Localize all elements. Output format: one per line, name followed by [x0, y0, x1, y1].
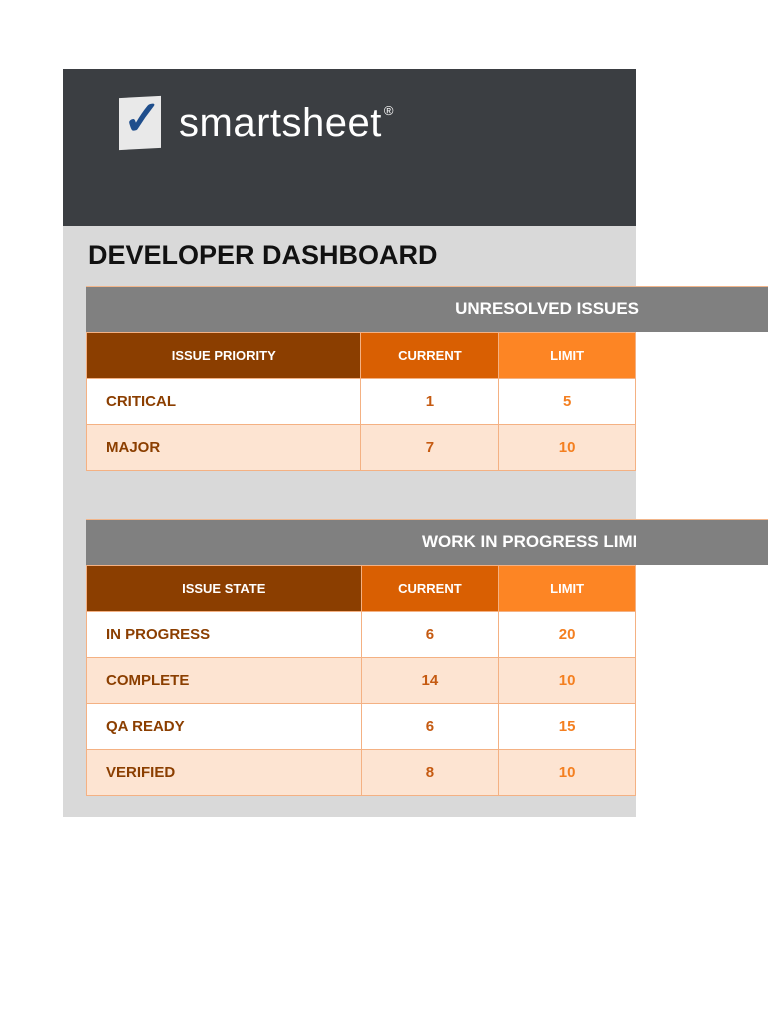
section-title: UNRESOLVED ISSUES	[455, 299, 639, 318]
limit-value: 5	[498, 378, 636, 425]
row-label: VERIFIED	[86, 749, 362, 796]
unresolved-issues-table: ISSUE PRIORITY CURRENT LIMIT CRITICAL 1 …	[85, 332, 636, 471]
current-value: 1	[360, 378, 500, 425]
limit-value: 10	[498, 749, 636, 796]
row-label: QA READY	[86, 703, 362, 750]
column-header: CURRENT	[360, 332, 500, 379]
wip-limits-table: ISSUE STATE CURRENT LIMIT IN PROGRESS 6 …	[86, 565, 636, 796]
limit-value: 10	[498, 424, 636, 471]
header-banner: ✓ smartsheet ®	[63, 69, 636, 226]
table-row: QA READY 6 15	[86, 703, 636, 750]
table-header-row: ISSUE PRIORITY CURRENT LIMIT	[85, 332, 636, 379]
unresolved-issues-title-bar: UNRESOLVED ISSUES	[86, 286, 768, 332]
current-value: 8	[360, 749, 500, 796]
logo-text: smartsheet	[179, 100, 382, 145]
row-label: IN PROGRESS	[86, 611, 362, 658]
table-row: CRITICAL 1 5	[85, 378, 636, 425]
table-row: VERIFIED 8 10	[86, 749, 636, 796]
section-title: WORK IN PROGRESS LIMITS	[422, 532, 636, 551]
current-value: 14	[360, 657, 500, 704]
table-header-row: ISSUE STATE CURRENT LIMIT	[86, 565, 636, 612]
column-header: ISSUE PRIORITY	[85, 332, 362, 379]
column-header: LIMIT	[498, 565, 636, 612]
current-value: 6	[360, 611, 500, 658]
page-title: DEVELOPER DASHBOARD	[88, 240, 438, 270]
table-row: COMPLETE 14 10	[86, 657, 636, 704]
limit-value: 15	[498, 703, 636, 750]
table-row: IN PROGRESS 6 20	[86, 611, 636, 658]
checkmark-icon: ✓	[119, 91, 162, 151]
column-header: ISSUE STATE	[86, 565, 362, 612]
current-value: 7	[360, 424, 500, 471]
current-value: 6	[360, 703, 500, 750]
row-label: CRITICAL	[85, 378, 362, 425]
limit-value: 20	[498, 611, 636, 658]
column-header: CURRENT	[360, 565, 500, 612]
registered-mark: ®	[383, 102, 394, 118]
column-header: LIMIT	[498, 332, 636, 379]
limit-value: 10	[498, 657, 636, 704]
row-label: MAJOR	[85, 424, 362, 471]
row-label: COMPLETE	[86, 657, 362, 704]
smartsheet-logo: ✓ smartsheet ®	[119, 91, 394, 151]
table-row: MAJOR 7 10	[85, 424, 636, 471]
wip-limits-title-bar: WORK IN PROGRESS LIMITS	[86, 519, 768, 565]
